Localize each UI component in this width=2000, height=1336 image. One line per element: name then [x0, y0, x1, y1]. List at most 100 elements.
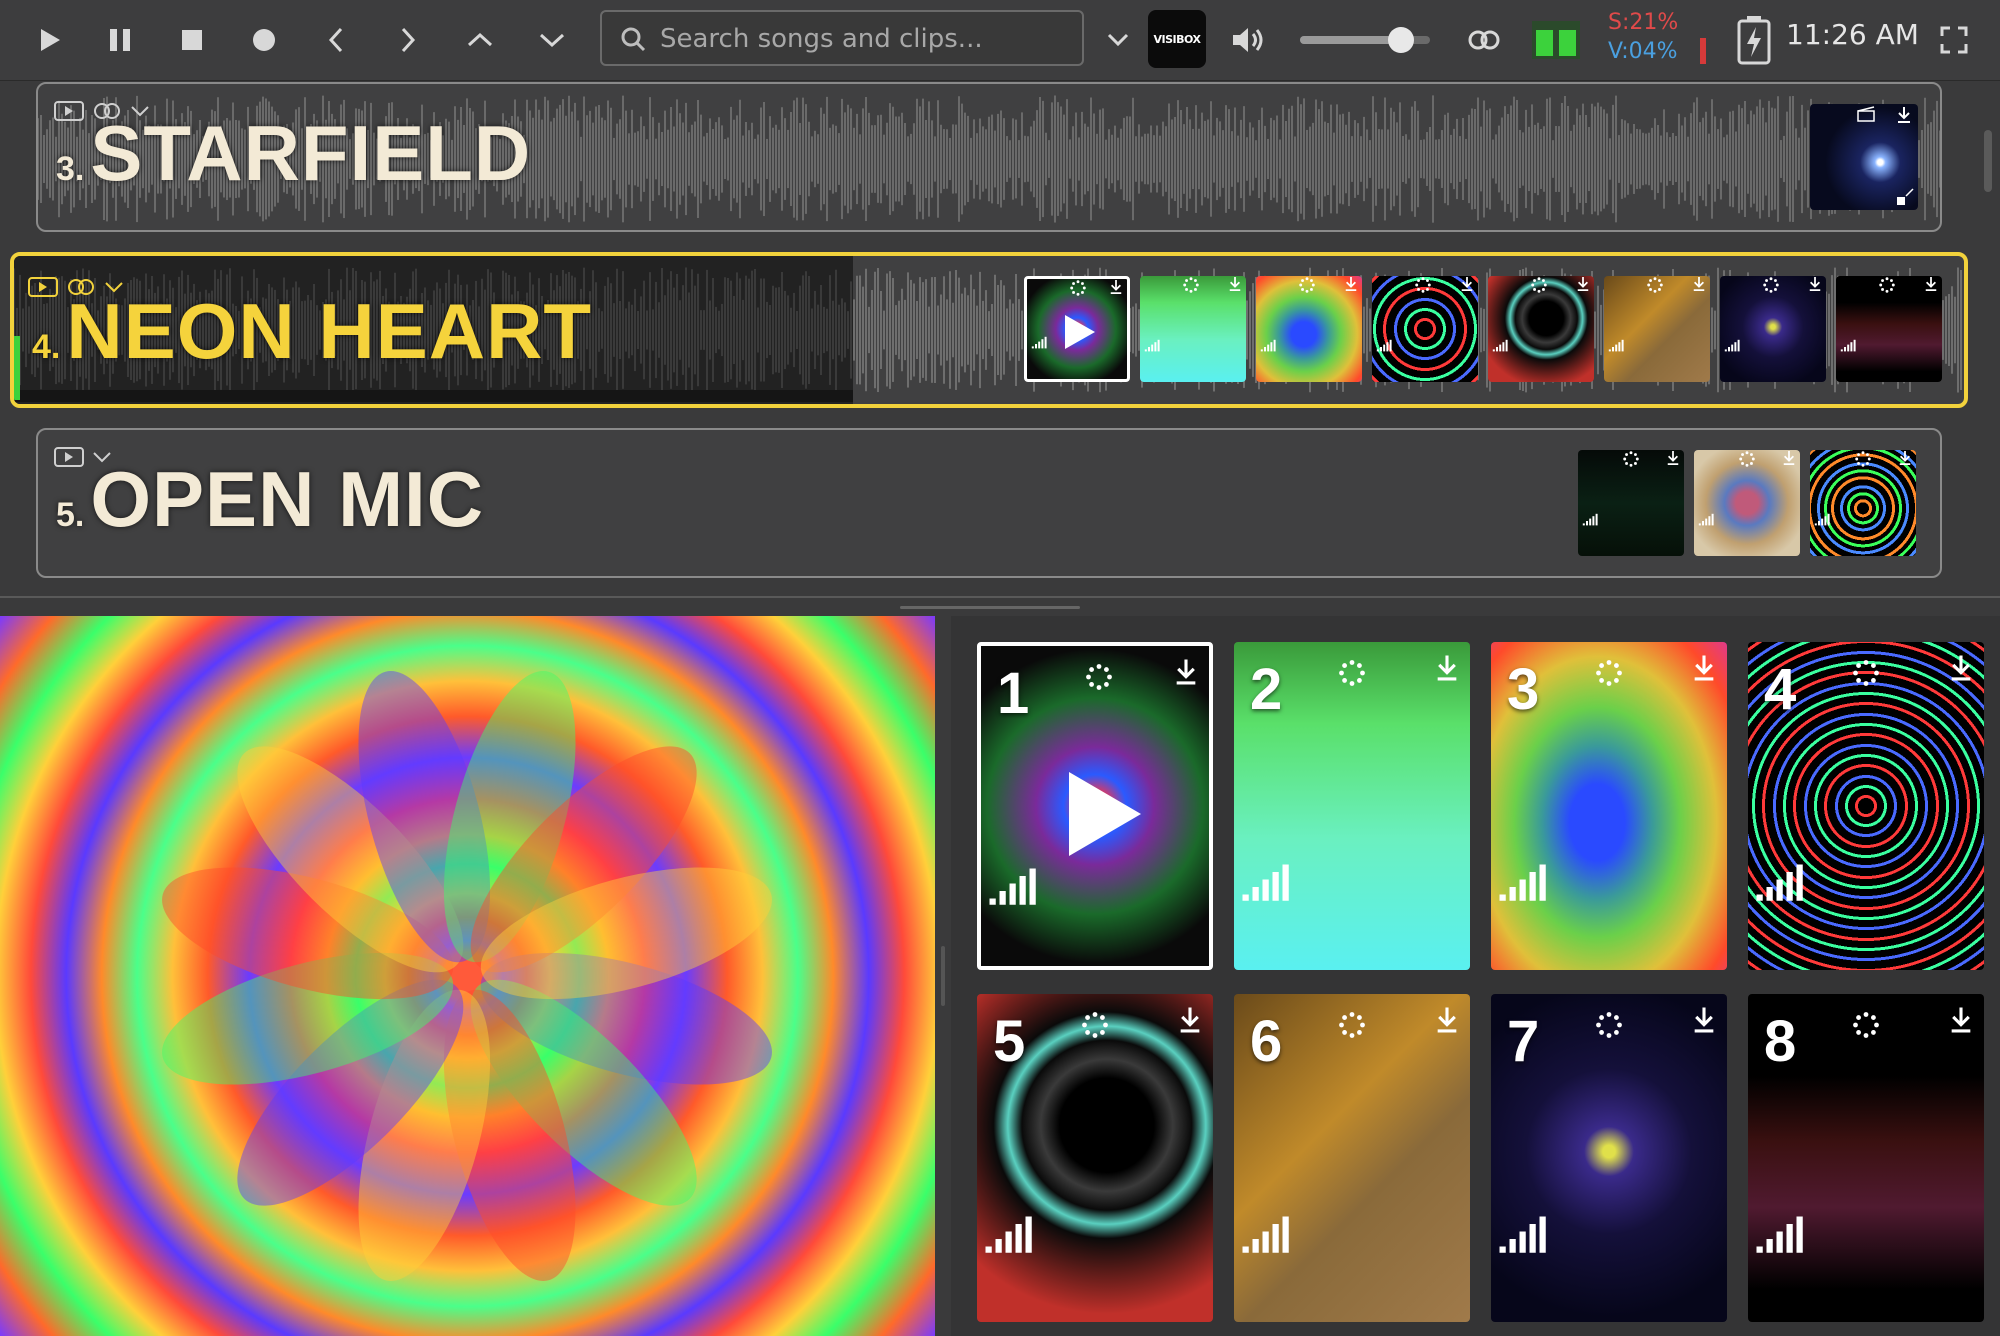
song-row-starfield[interactable]: 3.STARFIELD — [36, 82, 1942, 232]
clip-thumbnail-4[interactable] — [1372, 276, 1478, 382]
clip-thumbnail-1[interactable] — [1024, 276, 1130, 382]
signal-strength-icon — [1756, 1216, 1803, 1253]
signal-strength-icon — [1608, 340, 1624, 352]
volume-slider[interactable] — [1300, 27, 1430, 53]
signal-strength-icon — [985, 1216, 1032, 1253]
link-icon — [1468, 30, 1500, 50]
divider-handle[interactable] — [900, 606, 1080, 609]
download-icon[interactable] — [1344, 276, 1358, 292]
download-icon[interactable] — [1898, 450, 1912, 466]
search-box[interactable] — [600, 10, 1084, 66]
record-button[interactable] — [244, 20, 284, 60]
clip-number: 7 — [1507, 1009, 1540, 1074]
fullscreen-button[interactable] — [1934, 20, 1974, 60]
playback-progress-marker — [14, 336, 20, 400]
clapperboard-icon — [1857, 106, 1875, 122]
stop-button[interactable] — [172, 20, 212, 60]
pane-divider[interactable] — [0, 596, 2000, 618]
clip-thumbnail[interactable] — [1810, 104, 1918, 210]
signal-strength-icon — [1840, 340, 1856, 352]
download-icon[interactable] — [1177, 1006, 1203, 1034]
download-icon[interactable] — [1228, 276, 1242, 292]
down-button[interactable] — [532, 20, 572, 60]
clip-grid-panel: 1 2 3 4 5 6 7 8 — [951, 616, 2000, 1336]
resize-icon[interactable] — [1896, 188, 1914, 206]
particles-icon — [1339, 660, 1365, 686]
song-list-scrollbar[interactable] — [1984, 130, 1992, 192]
song-row-open-mic[interactable]: 5.OPEN MIC — [36, 428, 1942, 578]
clip-number: 2 — [1250, 657, 1283, 722]
download-icon[interactable] — [1109, 279, 1123, 295]
download-icon[interactable] — [1460, 276, 1474, 292]
up-button[interactable] — [460, 20, 500, 60]
up-icon — [467, 32, 493, 47]
output-layout-button[interactable] — [1530, 20, 1582, 60]
search-input[interactable] — [658, 20, 1072, 58]
song-row-neon-heart[interactable]: 4.NEON HEART — [10, 252, 1968, 408]
splitter-handle[interactable] — [941, 946, 945, 1006]
volume-fill — [1300, 36, 1402, 44]
previous-button[interactable] — [316, 20, 356, 60]
signal-strength-icon — [1582, 514, 1598, 526]
download-icon[interactable] — [1434, 654, 1460, 682]
download-icon[interactable] — [1948, 1006, 1974, 1034]
clip-thumbnail[interactable] — [1810, 450, 1916, 556]
download-icon[interactable] — [1666, 450, 1680, 466]
pause-button[interactable] — [100, 20, 140, 60]
volume-knob[interactable] — [1388, 27, 1415, 53]
clip-thumbnail[interactable] — [1694, 450, 1800, 556]
download-icon[interactable] — [1691, 1006, 1717, 1034]
signal-strength-icon — [1698, 514, 1714, 526]
stop-icon — [182, 30, 202, 50]
download-icon[interactable] — [1924, 276, 1938, 292]
clip-card-3[interactable]: 3 — [1491, 642, 1727, 970]
clip-thumbnail[interactable] — [1578, 450, 1684, 556]
clip-thumbnail-2[interactable] — [1140, 276, 1246, 382]
clip-thumbnail-8[interactable] — [1836, 276, 1942, 382]
signal-strength-icon — [1242, 1216, 1289, 1253]
download-icon[interactable] — [1173, 658, 1199, 686]
song-name: OPEN MIC — [90, 455, 485, 543]
clip-number: 6 — [1250, 1009, 1283, 1074]
next-button[interactable] — [388, 20, 428, 60]
clip-number: 4 — [1764, 657, 1797, 722]
particles-icon — [1339, 1012, 1365, 1038]
download-icon[interactable] — [1896, 106, 1912, 124]
play-icon — [1065, 315, 1095, 349]
download-icon[interactable] — [1434, 1006, 1460, 1034]
clip-card-2[interactable]: 2 — [1234, 642, 1470, 970]
signal-strength-icon — [1724, 340, 1740, 352]
clip-thumbnail-6[interactable] — [1604, 276, 1710, 382]
particles-icon — [1647, 277, 1663, 293]
clip-card-5[interactable]: 5 — [977, 994, 1213, 1322]
download-icon[interactable] — [1691, 654, 1717, 682]
download-icon[interactable] — [1948, 654, 1974, 682]
download-icon[interactable] — [1692, 276, 1706, 292]
mute-button[interactable] — [1228, 20, 1268, 60]
clip-thumbnail-3[interactable] — [1256, 276, 1362, 382]
fullscreen-icon — [1940, 26, 1968, 54]
particles-icon — [1853, 1012, 1879, 1038]
download-icon[interactable] — [1782, 450, 1796, 466]
search-dropdown-button[interactable] — [1098, 20, 1138, 60]
clip-card-8[interactable]: 8 — [1748, 994, 1984, 1322]
clip-number: 3 — [1507, 657, 1540, 722]
signal-strength-icon — [1499, 1216, 1546, 1253]
clip-card-4[interactable]: 4 — [1748, 642, 1984, 970]
vertical-splitter[interactable] — [935, 616, 951, 1336]
download-icon[interactable] — [1808, 276, 1822, 292]
download-icon[interactable] — [1576, 276, 1590, 292]
clip-thumbnail-7[interactable] — [1720, 276, 1826, 382]
clip-card-7[interactable]: 7 — [1491, 994, 1727, 1322]
signal-strength-icon — [1499, 864, 1546, 901]
signal-strength-icon — [1492, 340, 1508, 352]
clip-thumbnail-5[interactable] — [1488, 276, 1594, 382]
particles-icon — [1879, 277, 1895, 293]
logo-text: VISIBOX — [1153, 32, 1201, 46]
link-button[interactable] — [1464, 20, 1504, 60]
clip-card-1[interactable]: 1 — [977, 642, 1213, 970]
stat-video: V:04% — [1608, 39, 1678, 64]
play-button[interactable] — [30, 20, 70, 60]
clip-card-6[interactable]: 6 — [1234, 994, 1470, 1322]
particles-icon — [1763, 277, 1779, 293]
